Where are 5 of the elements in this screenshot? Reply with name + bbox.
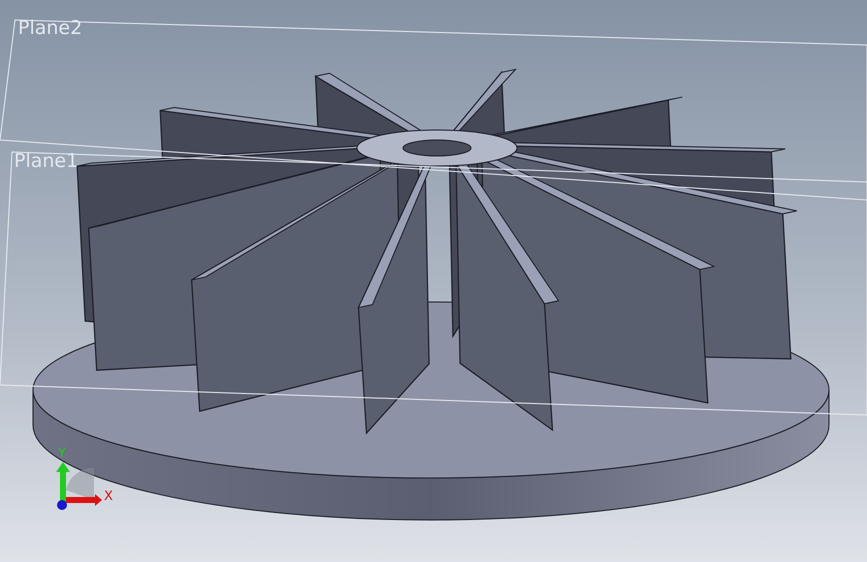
axis-triad-icon bbox=[56, 462, 102, 510]
axis-label: X bbox=[104, 489, 113, 504]
plane-label: Plane1 bbox=[14, 150, 78, 172]
plane-label: Plane2 bbox=[18, 17, 82, 39]
axis-label: Y bbox=[58, 446, 66, 461]
